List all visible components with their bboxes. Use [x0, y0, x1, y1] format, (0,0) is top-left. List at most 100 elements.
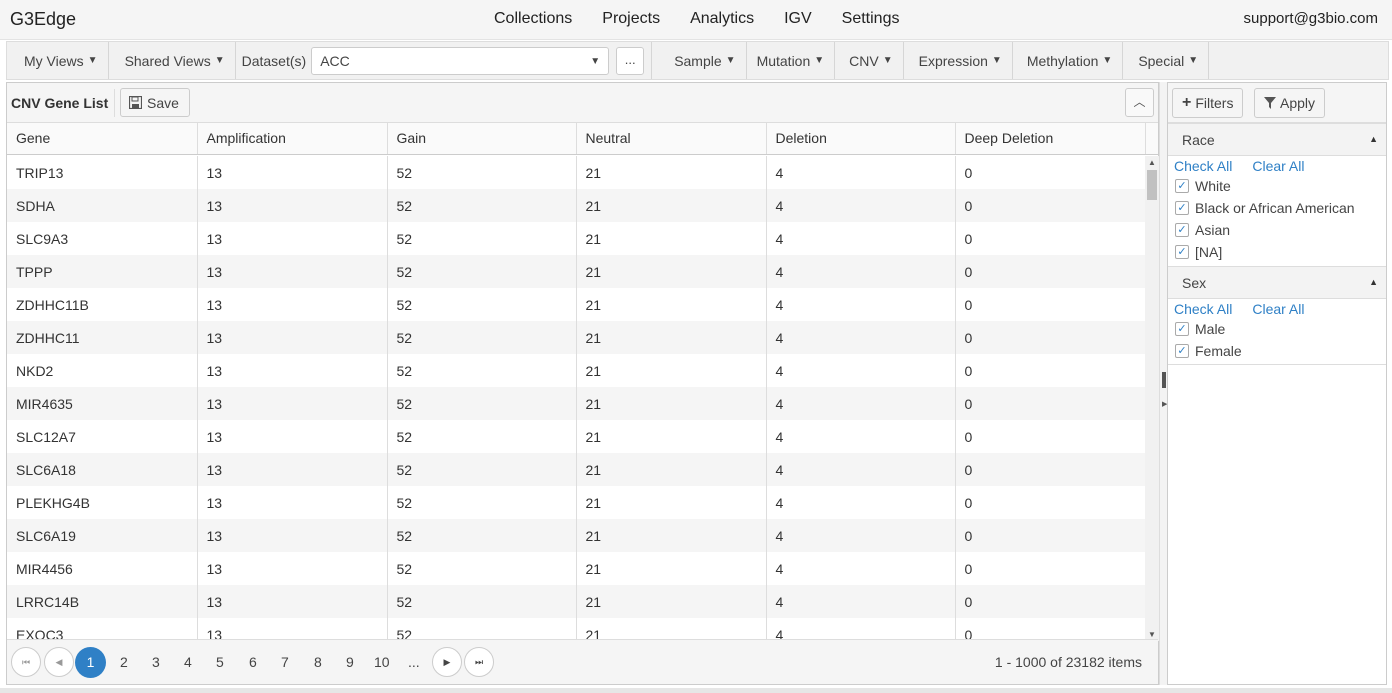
filter-option[interactable]: ✓ Asian	[1168, 219, 1386, 241]
support-email-link[interactable]: support@g3bio.com	[1244, 10, 1378, 27]
column-header-neutral[interactable]: Neutral	[576, 123, 767, 154]
clear-all-link[interactable]: Clear All	[1252, 158, 1304, 174]
checkbox-checked-icon[interactable]: ✓	[1175, 179, 1189, 193]
table-row[interactable]: ZDHHC11 13 52 21 4 0	[7, 321, 1145, 354]
cell-neutral: 21	[576, 156, 767, 189]
filter-option[interactable]: ✓ Male	[1168, 318, 1386, 340]
checkbox-checked-icon[interactable]: ✓	[1175, 344, 1189, 358]
first-page-button[interactable]: ⏮	[11, 647, 41, 677]
filter-option[interactable]: ✓ [NA]	[1168, 241, 1386, 263]
checkbox-checked-icon[interactable]: ✓	[1175, 201, 1189, 215]
next-page-button[interactable]: ▶	[432, 647, 462, 677]
collapse-triangle-icon[interactable]: ▲	[1369, 134, 1378, 144]
dataset-select[interactable]: ACC ▼	[311, 46, 610, 75]
page-number[interactable]: 3	[152, 654, 160, 670]
filter-option[interactable]: ✓ Female	[1168, 340, 1386, 362]
column-header-deep-deletion[interactable]: Deep Deletion	[955, 123, 1146, 154]
filters-button[interactable]: + Filters	[1172, 88, 1244, 118]
collapse-triangle-icon[interactable]: ▲	[1369, 277, 1378, 287]
table-row[interactable]: NKD2 13 52 21 4 0	[7, 354, 1145, 387]
mutation-menu[interactable]: Mutation ▼	[747, 42, 836, 79]
filter-section-title: Sex	[1182, 275, 1207, 291]
nav-analytics[interactable]: Analytics	[690, 10, 754, 28]
shared-views-menu[interactable]: Shared Views ▼	[109, 42, 236, 79]
save-button[interactable]: Save	[120, 88, 190, 117]
check-all-link[interactable]: Check All	[1174, 301, 1232, 317]
dataset-more-button[interactable]: ...	[616, 46, 645, 75]
page-number[interactable]: 10	[374, 654, 390, 670]
cell-amplification: 13	[197, 156, 388, 189]
last-page-button[interactable]: ⏭	[464, 647, 494, 677]
table-row[interactable]: PLEKHG4B 13 52 21 4 0	[7, 486, 1145, 519]
cell-gene: SLC12A7	[7, 420, 198, 453]
grid-vertical-scrollbar[interactable]: ▲ ▼	[1145, 156, 1159, 641]
filter-section-header[interactable]: Sex ▲	[1168, 266, 1386, 299]
cell-deep-deletion: 0	[955, 387, 1145, 420]
table-row[interactable]: TRIP13 13 52 21 4 0	[7, 156, 1145, 189]
scroll-down-icon[interactable]: ▼	[1148, 630, 1156, 639]
table-row[interactable]: SLC9A3 13 52 21 4 0	[7, 222, 1145, 255]
filter-option-label: Asian	[1195, 222, 1231, 238]
expression-menu[interactable]: Expression ▼	[904, 42, 1013, 79]
column-header-deletion[interactable]: Deletion	[766, 123, 956, 154]
filter-section-header[interactable]: Race ▲	[1168, 123, 1386, 156]
checkbox-checked-icon[interactable]: ✓	[1175, 223, 1189, 237]
chevron-up-icon: ︿	[1133, 95, 1146, 109]
filter-panel: + Filters Apply Race ▲ Check All Clear All ✓…	[1167, 82, 1387, 685]
page-number[interactable]: 5	[216, 654, 224, 670]
page-number-current[interactable]: 1	[75, 647, 106, 678]
column-header-gene[interactable]: Gene	[7, 123, 198, 154]
save-button-label: Save	[147, 94, 179, 111]
table-row[interactable]: MIR4635 13 52 21 4 0	[7, 387, 1145, 420]
check-all-link[interactable]: Check All	[1174, 158, 1232, 174]
table-row[interactable]: SDHA 13 52 21 4 0	[7, 189, 1145, 222]
page-number[interactable]: 8	[314, 654, 322, 670]
table-row[interactable]: SLC6A18 13 52 21 4 0	[7, 453, 1145, 486]
table-row[interactable]: EXOC3 13 52 21 4 0	[7, 618, 1145, 641]
filter-option[interactable]: ✓ Black or African American	[1168, 197, 1386, 219]
nav-igv[interactable]: IGV	[784, 10, 812, 28]
column-header-gain[interactable]: Gain	[387, 123, 577, 154]
cell-deep-deletion: 0	[955, 354, 1145, 387]
prev-page-button[interactable]: ◀	[44, 647, 74, 677]
nav-collections[interactable]: Collections	[494, 10, 572, 28]
cell-deletion: 4	[766, 189, 956, 222]
table-row[interactable]: LRRC14B 13 52 21 4 0	[7, 585, 1145, 618]
checkbox-checked-icon[interactable]: ✓	[1175, 245, 1189, 259]
cell-gene: LRRC14B	[7, 585, 198, 618]
table-row[interactable]: TPPP 13 52 21 4 0	[7, 255, 1145, 288]
nav-settings[interactable]: Settings	[842, 10, 900, 28]
clear-all-link[interactable]: Clear All	[1252, 301, 1304, 317]
cell-deletion: 4	[766, 519, 956, 552]
table-row[interactable]: SLC12A7 13 52 21 4 0	[7, 420, 1145, 453]
table-row[interactable]: ZDHHC11B 13 52 21 4 0	[7, 288, 1145, 321]
methylation-menu[interactable]: Methylation ▼	[1013, 42, 1124, 79]
cnv-menu[interactable]: CNV ▼	[835, 42, 904, 79]
page-number[interactable]: 9	[346, 654, 354, 670]
panel-splitter[interactable]: ▶	[1159, 82, 1167, 685]
special-menu[interactable]: Special ▼	[1123, 42, 1210, 79]
cell-neutral: 21	[576, 255, 767, 288]
splitter-grip-icon[interactable]	[1162, 372, 1166, 388]
table-row[interactable]: MIR4456 13 52 21 4 0	[7, 552, 1145, 585]
page-number[interactable]: 2	[120, 654, 128, 670]
table-row[interactable]: SLC6A19 13 52 21 4 0	[7, 519, 1145, 552]
scroll-up-icon[interactable]: ▲	[1148, 158, 1156, 167]
apply-button[interactable]: Apply	[1254, 88, 1326, 118]
page-number[interactable]: 7	[281, 654, 289, 670]
cell-gain: 52	[387, 189, 577, 222]
brand-logo[interactable]: G3Edge	[10, 9, 76, 30]
page-number[interactable]: 6	[249, 654, 257, 670]
cell-amplification: 13	[197, 453, 388, 486]
collapse-button[interactable]: ︿	[1125, 88, 1154, 117]
my-views-menu[interactable]: My Views ▼	[7, 42, 109, 79]
page-ellipsis[interactable]: ...	[408, 654, 420, 670]
nav-projects[interactable]: Projects	[602, 10, 660, 28]
filter-option[interactable]: ✓ White	[1168, 175, 1386, 197]
column-header-amplification[interactable]: Amplification	[197, 123, 388, 154]
page-number[interactable]: 4	[184, 654, 192, 670]
checkbox-checked-icon[interactable]: ✓	[1175, 322, 1189, 336]
cell-deep-deletion: 0	[955, 618, 1145, 641]
scrollbar-thumb[interactable]	[1147, 170, 1157, 200]
sample-menu[interactable]: Sample ▼	[658, 42, 747, 79]
